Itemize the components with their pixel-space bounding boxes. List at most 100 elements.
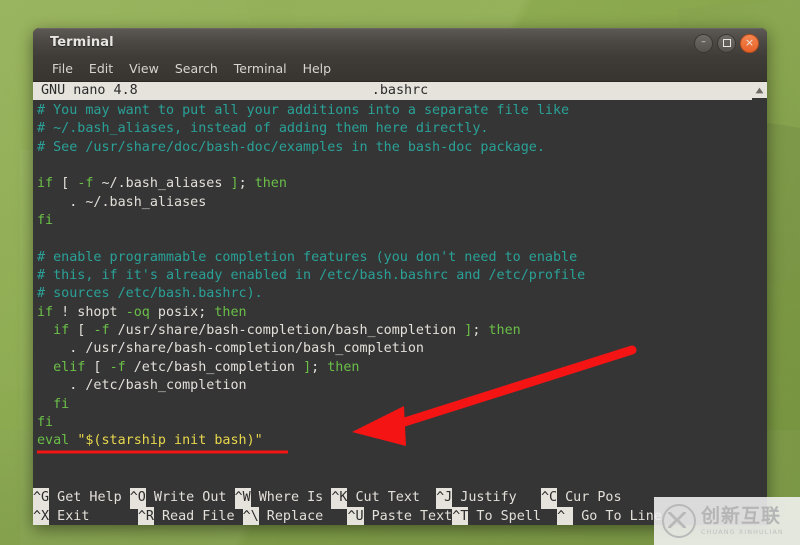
- code-token: [: [85, 359, 110, 375]
- code-line: # enable programmable completion feature…: [37, 249, 767, 267]
- shortcut-item[interactable]: ^J Justify: [436, 488, 541, 509]
- shortcut-key: ^: [557, 507, 574, 525]
- shortcut-item[interactable]: ^U Paste Text: [347, 507, 452, 525]
- menu-item-view[interactable]: View: [121, 59, 167, 78]
- code-token: -f: [109, 359, 126, 375]
- watermark-text: 创新互联 CHUANG XINHULIAN: [701, 504, 784, 535]
- code-line: eval "$(starship init bash)": [37, 432, 767, 450]
- code-token: posix: [149, 304, 199, 320]
- code-token: if: [53, 323, 70, 339]
- close-icon: [741, 35, 758, 52]
- window-titlebar[interactable]: Terminal: [33, 28, 767, 56]
- code-token: # ~/.bash_aliases, instead of adding the…: [37, 121, 489, 137]
- code-token: # You may want to put all your additions…: [37, 103, 570, 118]
- code-line: elif [ -f /etc/bash_completion ]; then: [37, 359, 767, 377]
- watermark-chinese: 创新互联: [701, 504, 782, 527]
- menu-item-search[interactable]: Search: [167, 59, 226, 78]
- code-token: ;: [472, 323, 489, 339]
- shortcut-item[interactable]: ^W Where Is: [234, 488, 332, 509]
- code-line: if ! shopt -oq posix; then: [37, 304, 767, 322]
- code-line: # See /usr/share/doc/bash-doc/examples i…: [37, 139, 767, 157]
- code-token: "$(starship init bash)": [77, 433, 263, 449]
- code-line: fi: [37, 414, 767, 432]
- shortcut-item[interactable]: ^\ Replace: [242, 507, 348, 525]
- menu-bar: File Edit View Search Terminal Help: [33, 56, 767, 82]
- menu-item-file[interactable]: File: [44, 59, 81, 78]
- code-token: then: [214, 304, 247, 320]
- shortcut-item[interactable]: ^X Exit: [33, 507, 138, 525]
- shortcut-label: Get Help: [49, 490, 130, 506]
- minimize-button[interactable]: [694, 34, 713, 53]
- code-token: -f: [77, 176, 94, 192]
- code-token: then: [327, 359, 360, 375]
- shortcut-item[interactable]: ^ Go To Line: [557, 507, 662, 525]
- shortcut-item[interactable]: ^C Cur Pos: [540, 488, 622, 509]
- watermark: 创新互联 CHUANG XINHULIAN: [654, 497, 800, 545]
- code-token: # See /usr/share/doc/bash-doc/examples i…: [37, 139, 545, 155]
- shortcut-label: To Spell: [468, 509, 558, 525]
- code-line: if [ -f /usr/share/bash-completion/bash_…: [37, 322, 767, 340]
- code-token: . ~/.bash_aliases: [37, 194, 207, 210]
- code-token: [: [53, 176, 78, 192]
- code-token: ]: [303, 359, 312, 375]
- shortcut-item[interactable]: ^G Get Help: [33, 488, 130, 509]
- shortcut-item[interactable]: ^R Read File: [137, 507, 243, 525]
- menu-item-edit[interactable]: Edit: [81, 59, 121, 78]
- shortcut-item[interactable]: ^O Write Out: [129, 488, 235, 509]
- window-controls: [694, 34, 759, 53]
- shortcut-key: ^K: [331, 488, 348, 509]
- code-token: eval: [37, 433, 70, 449]
- watermark-logo-icon: [662, 504, 696, 538]
- code-token: . /etc/bash_completion: [37, 378, 247, 394]
- shortcut-label: Write Out: [145, 490, 235, 506]
- window-title: Terminal: [50, 35, 114, 50]
- shortcut-label: Cur Pos: [557, 490, 622, 506]
- code-line: # this, if it's already enabled in /etc/…: [37, 267, 767, 285]
- code-line: fi: [37, 396, 767, 414]
- maximize-button[interactable]: [717, 34, 736, 53]
- nano-title-bar-inner: GNU nano 4.8 .bashrc: [33, 82, 767, 100]
- code-token: . /usr/share/bash-completion/bash_comple…: [37, 341, 424, 357]
- code-token: if: [37, 176, 54, 192]
- desktop-background: Terminal File Edit View Search Terminal …: [0, 0, 800, 545]
- code-token: then: [254, 176, 287, 192]
- close-button[interactable]: [740, 34, 759, 53]
- code-token: /etc/bash_completion: [125, 359, 304, 375]
- nano-title-bar: GNU nano 4.8 .bashrc: [33, 82, 767, 100]
- shortcut-label: Exit: [49, 509, 138, 525]
- shortcut-key: ^O: [129, 488, 146, 509]
- shortcut-label: Justify: [452, 490, 541, 506]
- code-token: # sources /etc/bash.bashrc).: [37, 286, 263, 302]
- code-token: then: [488, 323, 521, 339]
- nano-editor: GNU nano 4.8 .bashrc # You may want to p…: [33, 82, 767, 525]
- code-token: fi: [37, 213, 54, 229]
- code-token: # enable programmable completion feature…: [37, 249, 578, 265]
- shortcut-item[interactable]: ^T To Spell: [452, 507, 557, 525]
- shortcut-key: ^J: [436, 488, 453, 509]
- menu-item-terminal[interactable]: Terminal: [226, 59, 295, 78]
- menu-item-help[interactable]: Help: [295, 59, 340, 78]
- scrollbar[interactable]: [752, 82, 767, 525]
- maximize-icon: [718, 35, 735, 52]
- shortcut-label: Paste Text: [363, 509, 453, 525]
- minimize-icon: [695, 35, 712, 52]
- terminal-window: Terminal File Edit View Search Terminal …: [33, 28, 767, 525]
- scroll-up-arrow-icon[interactable]: [752, 82, 767, 98]
- shortcut-label: Go To Line: [573, 509, 662, 525]
- code-token: ;: [198, 304, 215, 320]
- code-line: # ~/.bash_aliases, instead of adding the…: [37, 120, 767, 138]
- nano-text-area[interactable]: # You may want to put all your additions…: [33, 100, 767, 451]
- code-token: ! shopt: [53, 304, 126, 320]
- code-line: if [ -f ~/.bash_aliases ]; then: [37, 175, 767, 193]
- shortcut-item[interactable]: ^K Cut Text: [331, 488, 437, 509]
- code-token: -oq: [125, 304, 150, 320]
- shortcut-label: Replace: [258, 509, 348, 525]
- shortcut-label: Read File: [153, 509, 243, 525]
- shortcut-label: Cut Text: [347, 490, 437, 506]
- code-token: ]: [230, 176, 239, 192]
- shortcut-key: ^G: [33, 488, 50, 509]
